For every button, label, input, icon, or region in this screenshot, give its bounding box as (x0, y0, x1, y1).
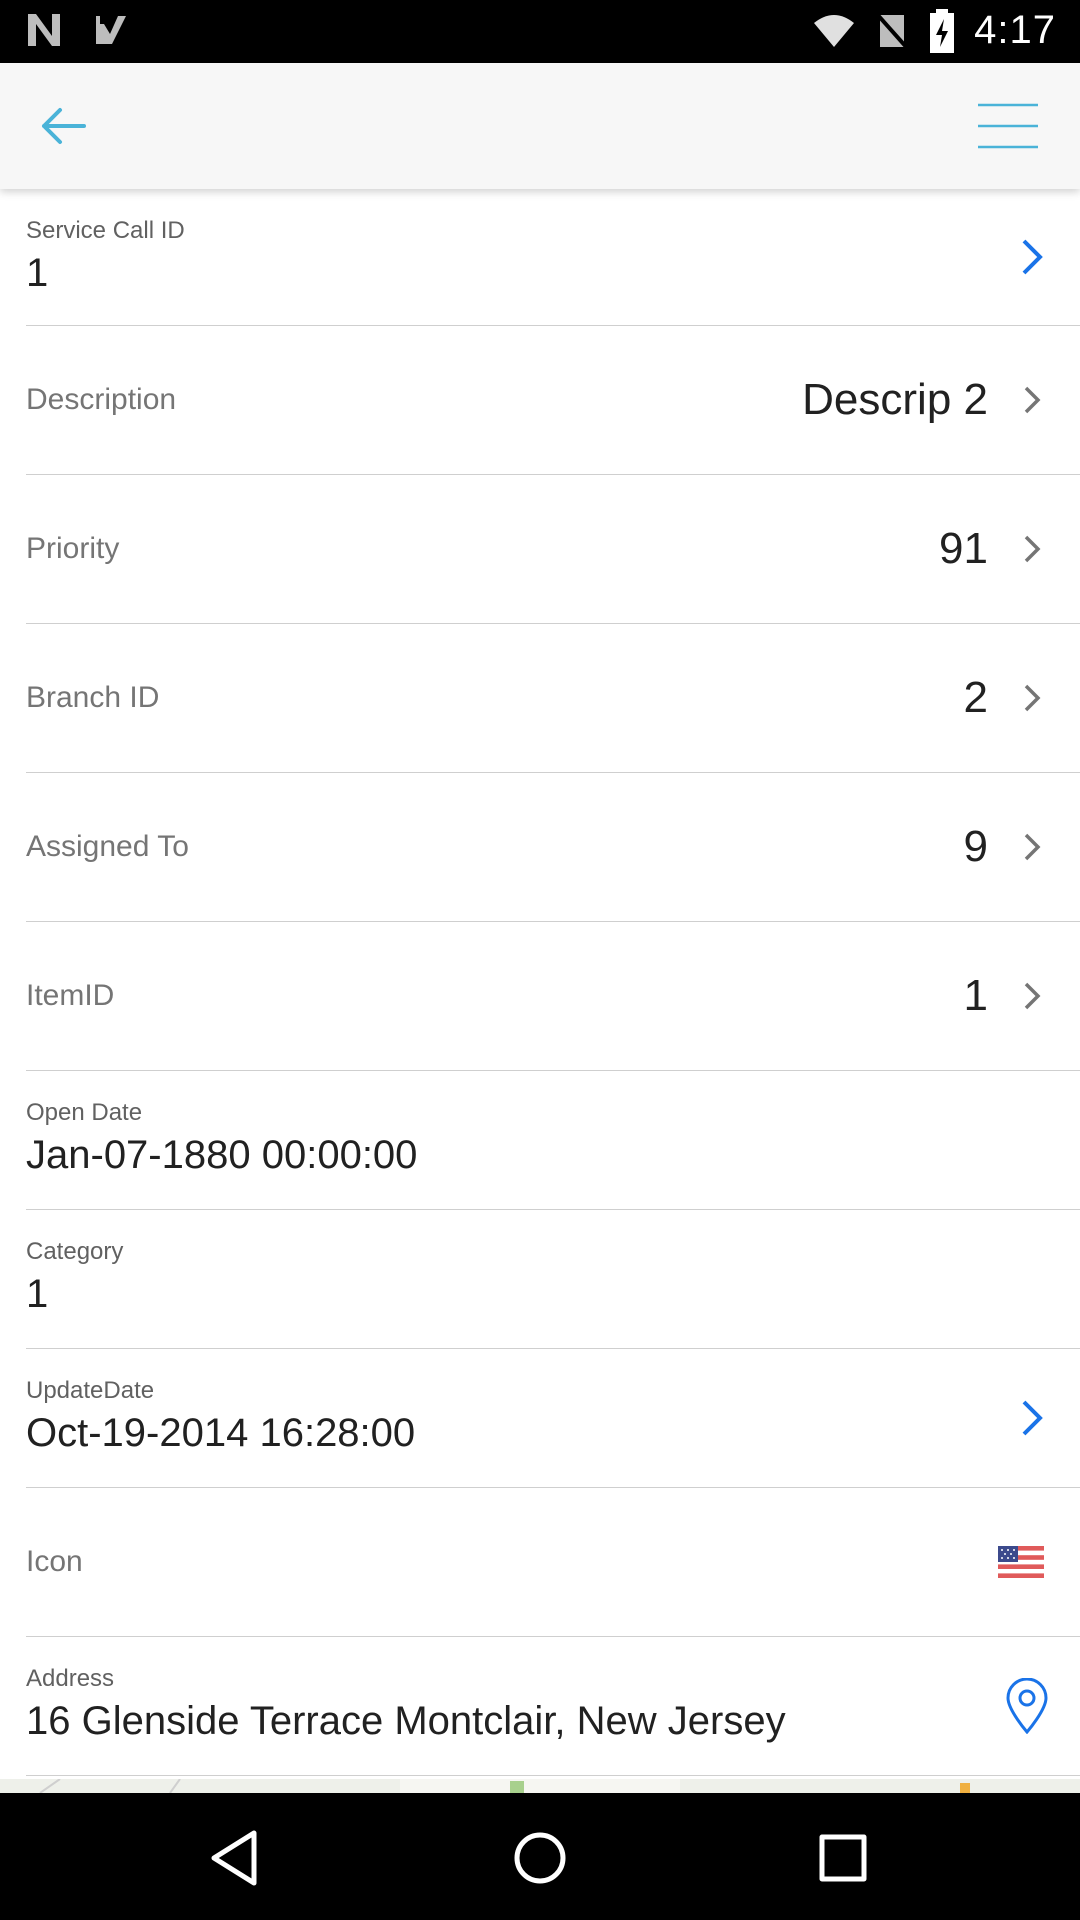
field-label: Priority (26, 532, 120, 565)
navigation-bar (0, 1793, 1080, 1920)
chevron-right-icon (1024, 535, 1041, 563)
status-system: 4:17 (812, 8, 1056, 53)
map-pin-icon[interactable] (1004, 1678, 1050, 1734)
field-value: 1 (963, 971, 988, 1020)
row-priority[interactable]: Priority 91 (26, 475, 1080, 624)
hamburger-menu-icon (978, 103, 1038, 149)
status-time: 4:17 (974, 8, 1056, 52)
chevron-right-icon (1024, 833, 1041, 861)
service-call-detail-list: Service Call ID 1 Description Descrip 2 … (0, 189, 1080, 1776)
field-label: Description (26, 383, 177, 416)
row-update-date[interactable]: UpdateDate Oct-19-2014 16:28:00 (26, 1349, 1080, 1488)
field-value: Descrip 2 (802, 375, 988, 424)
nav-recents-button[interactable] (808, 1823, 878, 1893)
map-tiles (39, 1779, 970, 1793)
field-value: 91 (939, 524, 988, 573)
nav-home-button[interactable] (505, 1823, 575, 1893)
menu-button[interactable] (976, 101, 1040, 151)
field-value: Oct-19-2014 16:28:00 (26, 1411, 416, 1455)
chevron-right-icon (1024, 684, 1041, 712)
row-item-id[interactable]: ItemID 1 (26, 922, 1080, 1071)
field-label: Open Date (26, 1099, 143, 1126)
row-address[interactable]: Address 16 Glenside Terrace Montclair, N… (26, 1637, 1080, 1776)
nav-back-button[interactable] (200, 1823, 270, 1893)
row-description[interactable]: Description Descrip 2 (26, 326, 1080, 475)
field-value: 1 (26, 1272, 49, 1316)
checkmark-notification-icon (96, 16, 126, 44)
wifi-icon (814, 14, 855, 47)
field-value: 1 (26, 251, 49, 295)
row-category: Category 1 (26, 1210, 1080, 1349)
battery-charging-icon (930, 8, 955, 53)
no-sim-icon (874, 11, 910, 50)
field-label: Icon (26, 1545, 83, 1578)
arrow-left-icon (42, 108, 86, 144)
status-bar: 4:17 (0, 0, 1080, 63)
chevron-right-icon (1022, 1400, 1043, 1436)
row-assigned-to[interactable]: Assigned To 9 (26, 773, 1080, 922)
recents-square-icon (819, 1834, 867, 1882)
status-notifications (24, 10, 130, 50)
field-value: 9 (963, 822, 988, 871)
field-label: ItemID (26, 979, 115, 1012)
n-notification-icon (28, 14, 60, 46)
row-service-call-id[interactable]: Service Call ID 1 (26, 189, 1080, 326)
field-value: 2 (963, 673, 988, 722)
chevron-right-icon (1024, 982, 1041, 1010)
back-triangle-icon (211, 1830, 257, 1886)
field-label: Address (26, 1665, 115, 1692)
us-flag-icon (998, 1546, 1044, 1578)
field-label: UpdateDate (26, 1377, 155, 1404)
field-value: 16 Glenside Terrace Montclair, New Jerse… (26, 1699, 786, 1743)
field-label: Service Call ID (26, 217, 185, 244)
row-open-date: Open Date Jan-07-1880 00:00:00 (26, 1071, 1080, 1210)
map-preview[interactable] (0, 1779, 1080, 1793)
chevron-right-icon (1022, 239, 1043, 275)
app-bar (0, 63, 1080, 189)
row-icon: Icon (26, 1488, 1080, 1637)
field-label: Category (26, 1238, 124, 1265)
home-circle-icon (514, 1832, 566, 1884)
field-label: Branch ID (26, 681, 160, 714)
field-label: Assigned To (26, 830, 189, 863)
field-value: Jan-07-1880 00:00:00 (26, 1133, 418, 1177)
back-button[interactable] (34, 101, 94, 151)
row-branch-id[interactable]: Branch ID 2 (26, 624, 1080, 773)
chevron-right-icon (1024, 386, 1041, 414)
